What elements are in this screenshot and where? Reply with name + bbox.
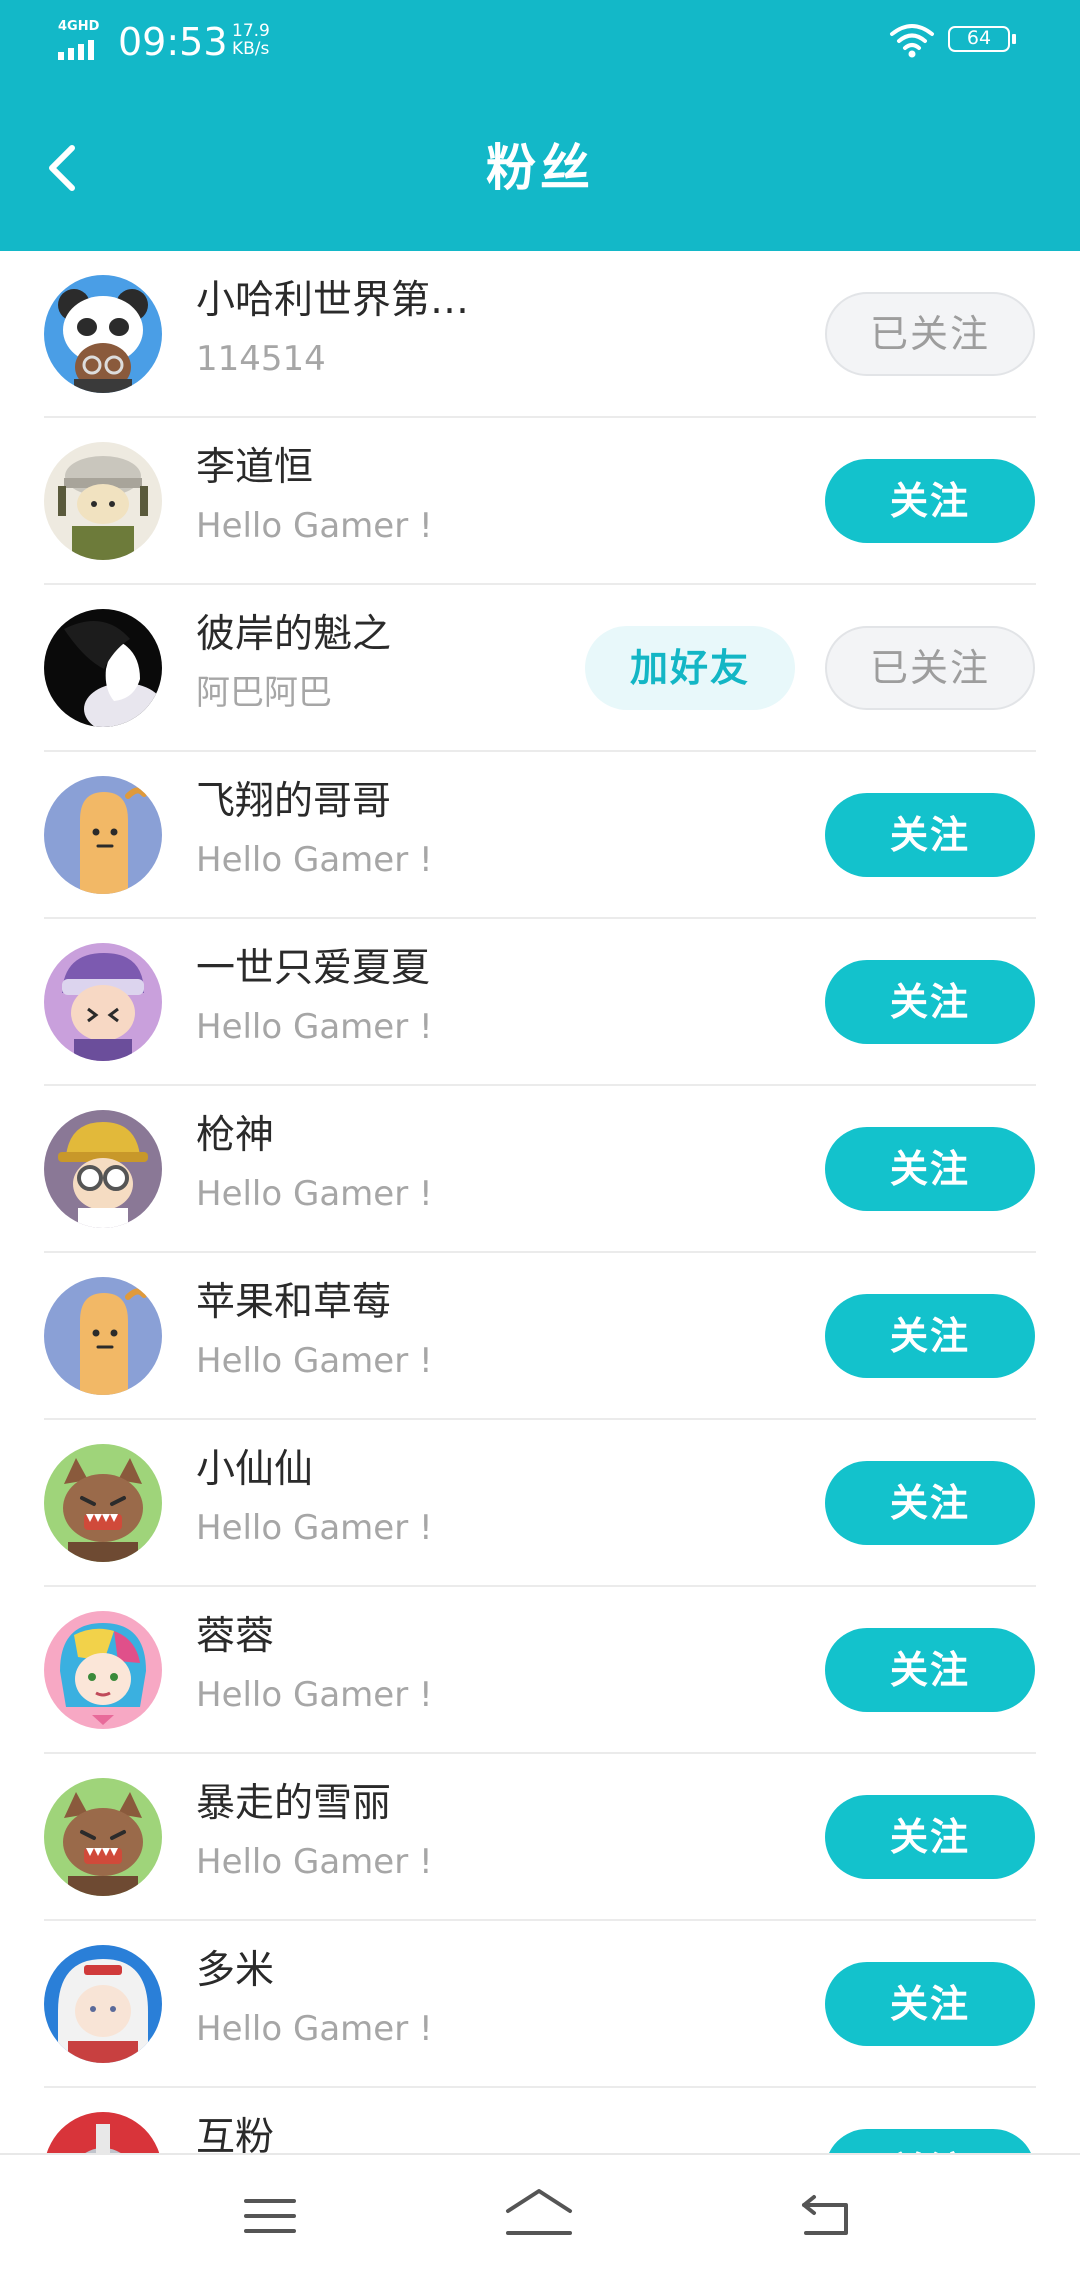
net-speed-value: 17.9 xyxy=(232,21,270,41)
avatar[interactable] xyxy=(44,1945,162,2063)
menu-icon[interactable] xyxy=(240,2191,300,2241)
follow-button[interactable]: 关注 xyxy=(825,793,1035,877)
add-friend-button[interactable]: 加好友 xyxy=(585,626,795,710)
fan-name: 互粉 xyxy=(196,2115,275,2153)
network-type: 4GHD xyxy=(58,19,100,34)
fan-row[interactable]: 多米 Hello Gamer ! 关注 xyxy=(0,1921,1080,2088)
follow-button[interactable]: 关注 xyxy=(825,1461,1035,1545)
fan-name: 多米 xyxy=(196,1948,275,1993)
battery-level: 64 xyxy=(948,26,1010,52)
signal-bars-icon xyxy=(58,40,94,60)
monster-avatar-icon xyxy=(44,1444,162,1562)
fan-subtitle: Hello Gamer ! xyxy=(196,2009,433,2049)
status-time: 09:53 xyxy=(118,20,228,64)
fan-name: 蓉蓉 xyxy=(196,1614,275,1659)
follow-button[interactable]: 关注 xyxy=(825,1127,1035,1211)
fan-name: 一世只爱夏夏 xyxy=(196,946,431,991)
follow-button[interactable]: 关注 xyxy=(825,1294,1035,1378)
fan-subtitle: 阿巴阿巴 xyxy=(196,673,332,713)
avatar[interactable] xyxy=(44,1778,162,1896)
navigation-bar xyxy=(0,2153,1080,2280)
avatar[interactable] xyxy=(44,442,162,560)
follow-button[interactable]: 关注 xyxy=(825,1628,1035,1712)
battery-indicator: 64 xyxy=(948,26,1018,56)
header: 4GHD 09:53 17.9 KB/s 64 粉丝 xyxy=(0,0,1080,251)
fan-name: 苹果和草莓 xyxy=(196,1280,392,1325)
fan-subtitle: 114514 xyxy=(196,339,326,379)
fan-row[interactable]: 彼岸的魁之 阿巴阿巴 加好友 已关注 xyxy=(0,585,1080,752)
fan-row[interactable]: 一世只爱夏夏 Hello Gamer ! 关注 xyxy=(0,919,1080,1086)
fan-row[interactable]: 枪神 Hello Gamer ! 关注 xyxy=(0,1086,1080,1253)
home-icon[interactable] xyxy=(502,2185,576,2241)
rainbow-girl-avatar-icon xyxy=(44,1611,162,1729)
fan-subtitle: Hello Gamer ! xyxy=(196,506,433,546)
followed-button[interactable]: 已关注 xyxy=(825,292,1035,376)
fan-row[interactable]: 李道恒 Hello Gamer ! 关注 xyxy=(0,418,1080,585)
sausage-avatar-icon xyxy=(44,776,162,894)
avatar[interactable] xyxy=(44,776,162,894)
avatar[interactable] xyxy=(44,275,162,393)
net-speed: 17.9 KB/s xyxy=(232,22,270,58)
fan-row[interactable]: 小仙仙 Hello Gamer ! 关注 xyxy=(0,1420,1080,1587)
follow-button[interactable]: 关注 xyxy=(825,2129,1035,2153)
fan-subtitle: Hello Gamer ! xyxy=(196,1174,433,1214)
screen: 4GHD 09:53 17.9 KB/s 64 粉丝 小哈利世界第… 11451… xyxy=(0,0,1080,2280)
avatar[interactable] xyxy=(44,943,162,1061)
helmet-soldier-avatar-icon xyxy=(44,442,162,560)
status-bar: 4GHD 09:53 17.9 KB/s 64 xyxy=(0,0,1080,84)
avatar[interactable] xyxy=(44,1444,162,1562)
avatar[interactable] xyxy=(44,2112,162,2153)
fan-subtitle: Hello Gamer ! xyxy=(196,1341,433,1381)
fan-row[interactable]: 暴走的雪丽 Hello Gamer ! 关注 xyxy=(0,1754,1080,1921)
red-hero-avatar-icon xyxy=(44,2112,162,2153)
fan-name: 李道恒 xyxy=(196,445,314,490)
dark-silhouette-avatar-icon xyxy=(44,609,162,727)
fan-name: 暴走的雪丽 xyxy=(196,1781,392,1826)
fan-list[interactable]: 小哈利世界第… 114514 已关注 李道恒 Hello Gamer ! 关注 … xyxy=(0,251,1080,2153)
followed-button[interactable]: 已关注 xyxy=(825,626,1035,710)
sausage-avatar-icon xyxy=(44,1277,162,1395)
fan-subtitle: Hello Gamer ! xyxy=(196,1842,433,1882)
fan-subtitle: Hello Gamer ! xyxy=(196,1508,433,1548)
fan-subtitle: Hello Gamer ! xyxy=(196,1007,433,1047)
goggles-hat-avatar-icon xyxy=(44,1110,162,1228)
fan-row[interactable]: 小哈利世界第… 114514 已关注 xyxy=(0,251,1080,418)
wifi-icon xyxy=(890,24,934,58)
net-speed-unit: KB/s xyxy=(232,39,270,59)
astronaut-avatar-icon xyxy=(44,1945,162,2063)
avatar[interactable] xyxy=(44,1110,162,1228)
avatar[interactable] xyxy=(44,1611,162,1729)
fan-name: 小仙仙 xyxy=(196,1447,314,1492)
battery-tip xyxy=(1012,34,1016,44)
fan-name: 彼岸的魁之 xyxy=(196,612,392,657)
fan-name: 飞翔的哥哥 xyxy=(196,779,392,824)
fan-subtitle: Hello Gamer ! xyxy=(196,1675,433,1715)
fan-name: 小哈利世界第… xyxy=(196,278,470,323)
page-title: 粉丝 xyxy=(486,139,594,197)
monster-avatar-icon xyxy=(44,1778,162,1896)
fan-subtitle: Hello Gamer ! xyxy=(196,840,433,880)
avatar[interactable] xyxy=(44,609,162,727)
follow-button[interactable]: 关注 xyxy=(825,960,1035,1044)
follow-button[interactable]: 关注 xyxy=(825,1795,1035,1879)
fan-name: 枪神 xyxy=(196,1113,275,1158)
avatar[interactable] xyxy=(44,1277,162,1395)
follow-button[interactable]: 关注 xyxy=(825,459,1035,543)
fan-row[interactable]: 苹果和草莓 Hello Gamer ! 关注 xyxy=(0,1253,1080,1420)
fan-row[interactable]: 蓉蓉 Hello Gamer ! 关注 xyxy=(0,1587,1080,1754)
fan-row[interactable]: 飞翔的哥哥 Hello Gamer ! 关注 xyxy=(0,752,1080,919)
fan-row[interactable]: 互粉 关注 xyxy=(0,2088,1080,2153)
back-icon[interactable] xyxy=(796,2187,854,2241)
panda-avatar-icon xyxy=(44,275,162,393)
athena-avatar-icon xyxy=(44,943,162,1061)
follow-button[interactable]: 关注 xyxy=(825,1962,1035,2046)
signal-indicator: 4GHD xyxy=(58,20,108,60)
